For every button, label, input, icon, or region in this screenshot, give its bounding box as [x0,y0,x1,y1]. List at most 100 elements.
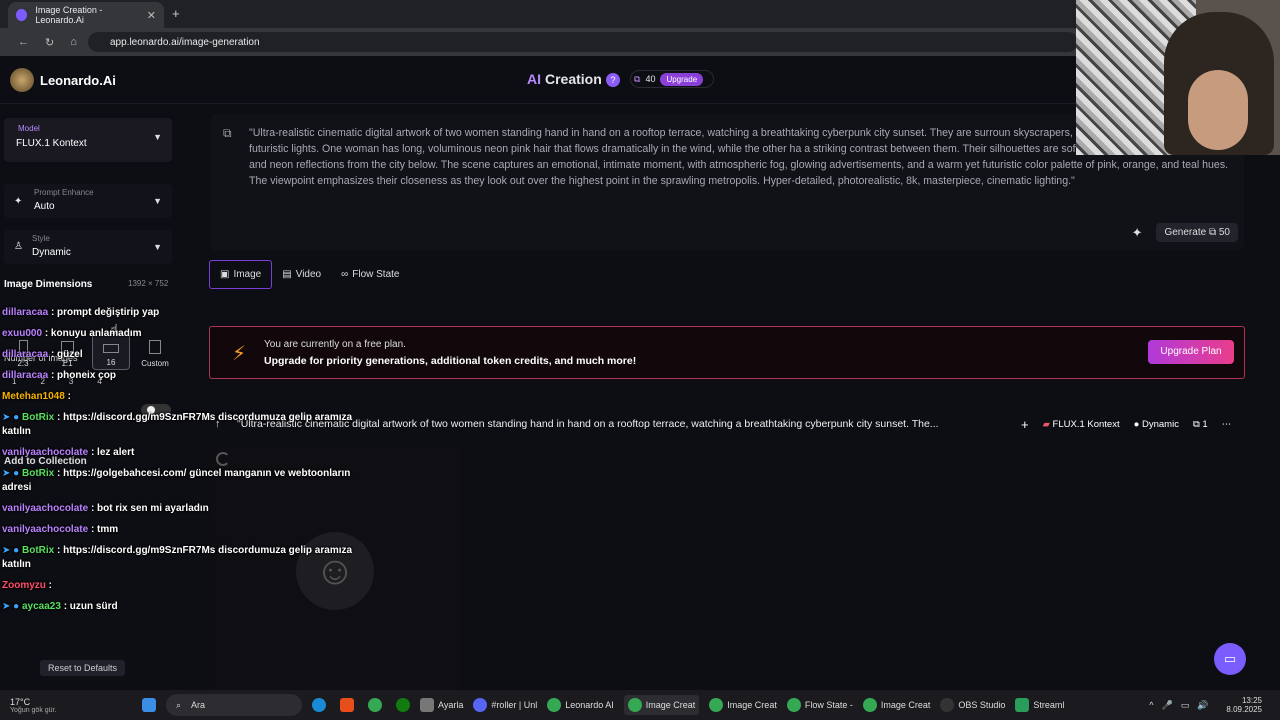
taskbar-app[interactable]: OBS Studio [940,698,1005,712]
prompt-enhance-select[interactable]: ✦ Prompt Enhance Auto ▼ [4,184,172,218]
chrome-icon [862,698,877,712]
media-tabs: ▣ Image ▤ Video ∞ Flow State [209,260,410,289]
tab-image[interactable]: ▣ Image [209,260,273,289]
chat-text: : phoneix çop [50,370,116,381]
taskbar-search[interactable]: ⌕ Ara [166,694,302,716]
tab-video[interactable]: ▤ Video [272,260,331,289]
tab-flow-state[interactable]: ∞ Flow State [331,260,409,289]
taskbar-app[interactable]: Image Creat [709,698,777,712]
tab-label: Flow State [352,269,400,280]
upgrade-plan-button[interactable]: Upgrade Plan [1148,340,1234,364]
chat-text: : [67,391,71,402]
chat-text: : https://discord.gg/m9SznFR7Ms discordu… [2,545,353,570]
chrome-icon[interactable] [368,698,382,712]
search-text: Ara [191,700,206,710]
generate-area: ✦ Generate ⧉ 50 [1132,223,1238,242]
clock-date: 8.09.2025 [1226,705,1262,714]
taskbar-app-label: OBS Studio [958,700,1006,710]
images-icon: ⧉ [1192,418,1200,430]
style-select[interactable]: ♙ Style Dynamic ▼ [4,230,172,264]
model-select[interactable]: Model FLUX.1 Kontext ▼ [4,118,172,162]
image-prompt-icon[interactable]: ⧉ [223,126,232,141]
browser-tab[interactable]: Image Creation - Leonardo.Ai ✕ [8,2,164,28]
close-tab-icon[interactable]: ✕ [147,9,156,22]
logo[interactable]: Leonardo.Ai [10,68,116,92]
more-options-icon[interactable]: ⋯ [1222,419,1232,430]
chat-username: dillaracaa [2,349,49,360]
chat-message: dillaracaa : prompt değiştirip yap [2,306,382,320]
reload-icon[interactable]: ↻ [45,36,54,49]
chat-username: vanilyaachocolate [2,447,89,458]
image-icon: ▣ [220,269,230,280]
badge-icon: ➤ ● [2,468,22,479]
reset-defaults-button[interactable]: Reset to Defaults [40,660,126,676]
chat-text: : https://golgebahcesi.com/ güncel manga… [2,468,351,493]
xbox-icon[interactable] [396,698,410,712]
weather-temp: 17°C [10,696,31,707]
style-label: Style [32,234,50,243]
generate-button[interactable]: Generate ⧉ 50 [1156,223,1238,242]
dimensions-title: Image Dimensions [4,279,93,290]
generate-cost: 50 [1218,227,1230,238]
chrome-icon [709,698,724,712]
enhance-label: Prompt Enhance [34,188,94,197]
streamer-face [1188,70,1248,150]
sparkle-icon: ✦ [14,196,23,207]
model-label: Model [18,124,40,133]
start-icon[interactable] [142,698,156,712]
token-balance[interactable]: ⧉ 40 Upgrade [630,70,714,88]
enhance-value: Auto [34,201,55,212]
url-field[interactable]: app.leonardo.ai/image-generation [88,32,1078,52]
generate-label: Generate [1164,227,1207,238]
chat-username: vanilyaachocolate [2,524,89,535]
streamlabs-icon [1015,698,1030,712]
magic-icon[interactable]: ✦ [1132,225,1143,241]
chat-message: ➤ ● BotRix : https://discord.gg/m9SznFR7… [2,544,382,572]
chat-message: Zoomyzu : [2,579,382,593]
help-icon[interactable]: ? [606,73,620,87]
count-chip-text: 1 [1202,418,1208,430]
system-tray-icons[interactable]: ^🎤▭🔊 [1149,700,1216,711]
taskbar-app[interactable]: Image Creat [862,698,930,712]
taskbar-app[interactable]: Streaml [1015,698,1064,712]
stream-chat-overlay: dillaracaa : prompt değiştirip yap exuu00… [2,306,382,621]
taskbar-app-label: Image Creat [645,700,696,710]
taskbar-app-label: Leonardo AI [565,700,614,710]
back-icon[interactable]: ← [18,36,29,48]
chat-username: aycaa23 [21,601,61,612]
upgrade-button[interactable]: Upgrade [660,72,704,86]
taskbar-app[interactable]: Leonardo AI [547,698,614,712]
model-chip: ▰ FLUX.1 Kontext [1043,419,1120,430]
chat-text: : uzun sürd [63,601,118,612]
taskbar-app[interactable]: #roller | Unl [473,698,537,712]
chevron-down-icon: ▼ [153,196,162,206]
chat-message: ➤ ● BotRix : https://discord.gg/m9SznFR7… [2,411,382,439]
plus-icon[interactable]: + [1021,417,1029,432]
chat-username: BotRix [21,468,55,479]
chrome-icon [627,698,642,712]
token-count: 40 [645,74,656,84]
style-chip: ● Dynamic [1134,419,1179,430]
chat-message: dillaracaa : phoneix çop [2,369,382,383]
chat-text: : lez alert [90,447,135,458]
chat-text: : [48,580,53,591]
edge-icon[interactable] [312,698,326,712]
chat-username: dillaracaa [2,307,49,318]
chat-text: : prompt değiştirip yap [50,307,160,318]
brave-icon[interactable] [340,698,354,712]
title-ai: AI [527,71,541,87]
tab-title: Image Creation - Leonardo.Ai [35,5,103,25]
taskbar-app[interactable]: Ayarla [420,698,463,712]
clock[interactable]: 13:25 8.09.2025 [1226,696,1262,714]
new-tab-icon[interactable]: + [172,6,180,21]
taskbar-app-label: Ayarla [438,700,464,710]
taskbar-app[interactable]: Flow State - [786,698,853,712]
weather-widget[interactable]: 17°C Yoğun gök gür. [10,697,110,714]
chat-support-icon[interactable]: ▭ [1214,643,1246,675]
badge-icon: ➤ ● [2,412,22,423]
chat-username: exuu000 [2,328,43,339]
taskbar-app[interactable]: Image Creat [623,695,700,715]
chrome-icon [547,698,562,712]
home-icon[interactable]: ⌂ [70,36,77,48]
chat-text: : tmm [90,524,119,535]
